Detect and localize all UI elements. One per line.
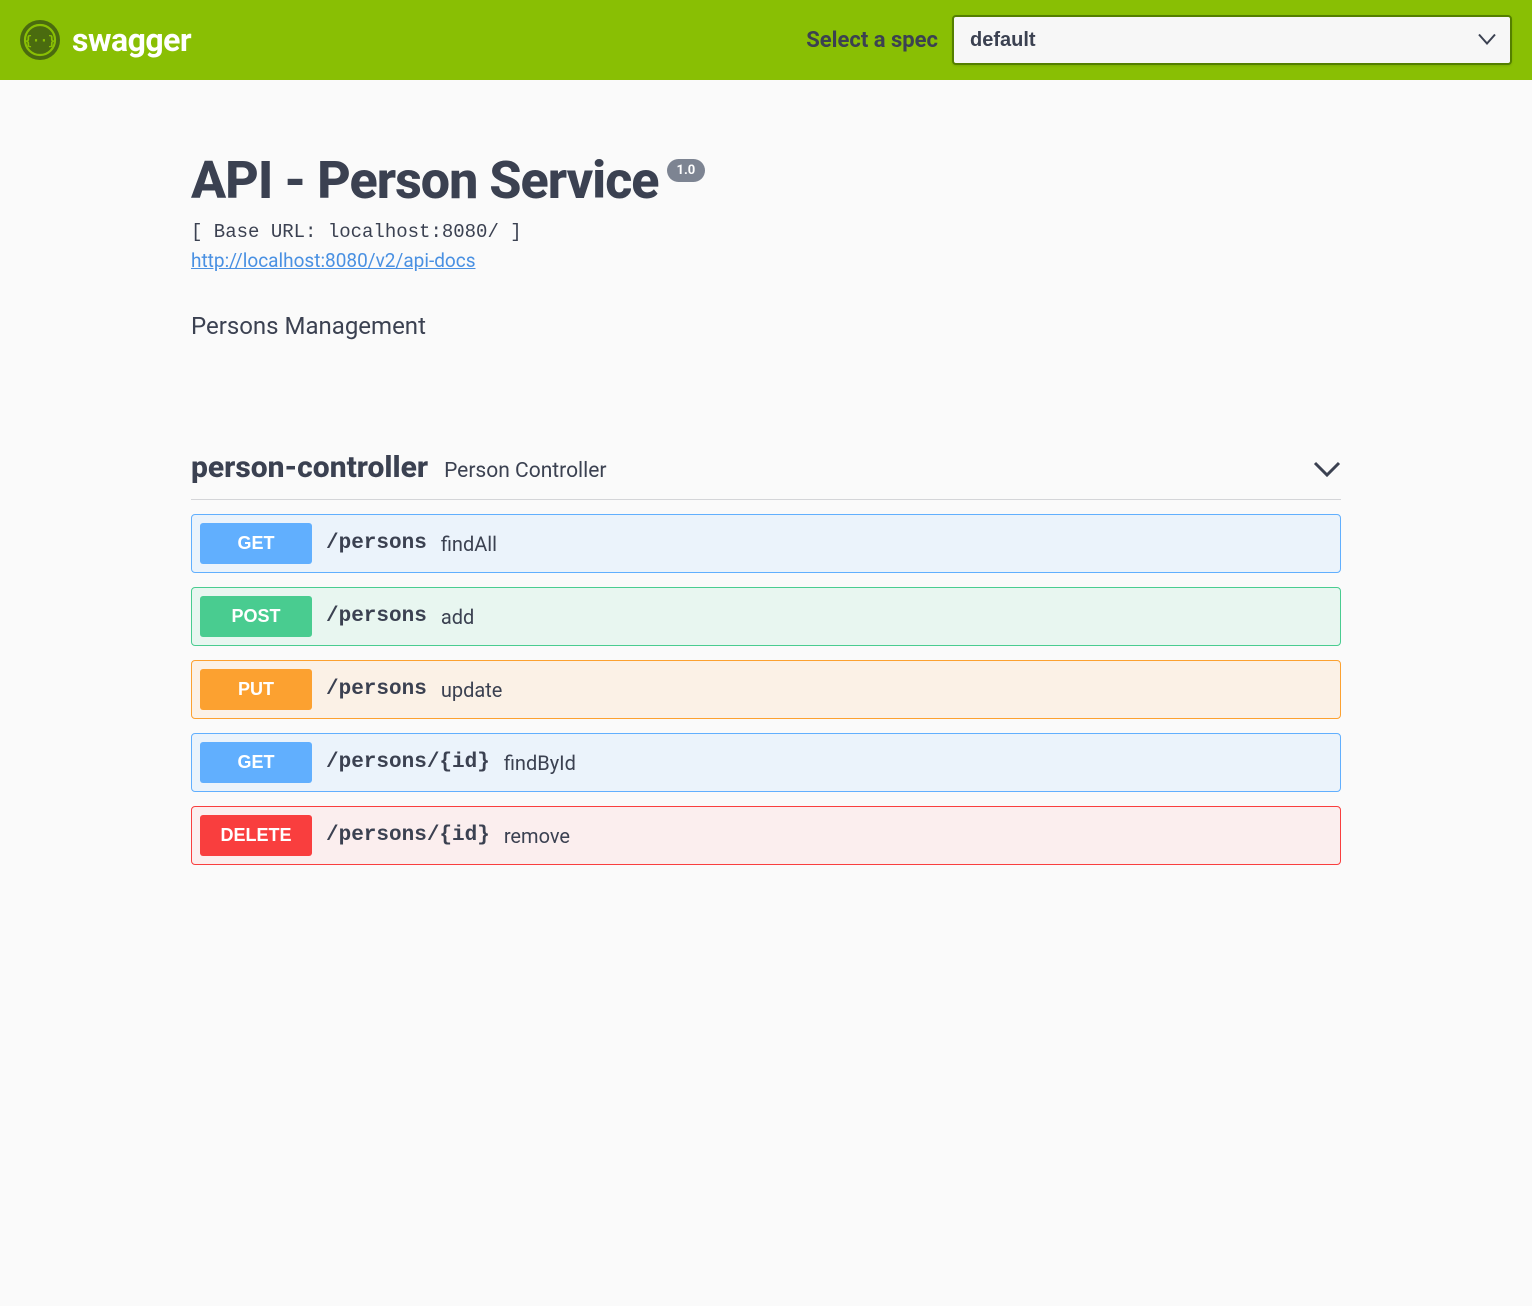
main-container: API - Person Service 1.0 [ Base URL: loc…	[191, 80, 1341, 925]
brand-name: swagger	[72, 21, 191, 59]
spec-select[interactable]: default	[952, 15, 1512, 65]
method-badge: GET	[200, 523, 312, 564]
operation-summary: findById	[504, 751, 576, 775]
operation-path: /persons	[326, 605, 427, 628]
operation-put-2[interactable]: PUT/persons update	[191, 660, 1341, 719]
operation-summary: add	[441, 605, 474, 629]
tag-description: Person Controller	[444, 459, 606, 483]
operations-list: GET/persons findAll POST/persons add PUT/per…	[191, 514, 1341, 865]
spec-selector: Select a spec default	[806, 15, 1512, 65]
operation-post-1[interactable]: POST/persons add	[191, 587, 1341, 646]
logo[interactable]: {··} swagger	[20, 20, 191, 60]
api-description: Persons Management	[191, 312, 1341, 340]
version-badge: 1.0	[667, 159, 706, 182]
base-url: [ Base URL: localhost:8080/ ]	[191, 221, 1341, 243]
method-badge: GET	[200, 742, 312, 783]
tag-name: person-controller	[191, 450, 428, 485]
spec-select-wrap: default	[952, 15, 1512, 65]
operation-get-3[interactable]: GET/persons/{id} findById	[191, 733, 1341, 792]
method-badge: POST	[200, 596, 312, 637]
operation-summary: remove	[504, 824, 570, 848]
operation-summary: update	[441, 678, 503, 702]
operation-summary: findAll	[441, 532, 497, 556]
api-docs-link[interactable]: http://localhost:8080/v2/api-docs	[191, 249, 476, 272]
spec-label: Select a spec	[806, 28, 938, 53]
operation-path: /persons	[326, 678, 427, 701]
operation-get-0[interactable]: GET/persons findAll	[191, 514, 1341, 573]
operation-path: /persons/{id}	[326, 751, 490, 774]
method-badge: DELETE	[200, 815, 312, 856]
tag-header[interactable]: person-controller Person Controller	[191, 450, 1341, 500]
swagger-logo-icon: {··}	[20, 20, 60, 60]
operation-delete-4[interactable]: DELETE/persons/{id} remove	[191, 806, 1341, 865]
tag-section: person-controller Person Controller GET/…	[191, 450, 1341, 865]
title-row: API - Person Service 1.0	[191, 150, 1341, 211]
operation-path: /persons/{id}	[326, 824, 490, 847]
chevron-down-icon	[1313, 461, 1341, 481]
method-badge: PUT	[200, 669, 312, 710]
topbar: {··} swagger Select a spec default	[0, 0, 1532, 80]
operation-path: /persons	[326, 532, 427, 555]
api-title: API - Person Service	[191, 150, 659, 211]
svg-text:{··}: {··}	[24, 34, 55, 49]
info-section: API - Person Service 1.0 [ Base URL: loc…	[191, 110, 1341, 360]
